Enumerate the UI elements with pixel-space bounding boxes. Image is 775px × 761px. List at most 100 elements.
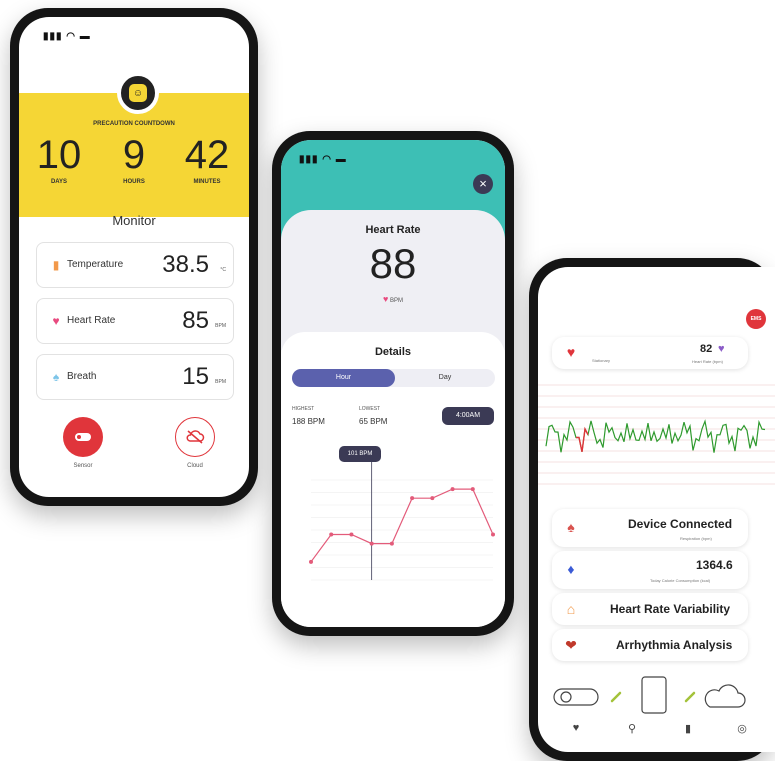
status-bar: ▮▮▮ ◠ ▬ xyxy=(299,154,347,165)
metric-unit: °C xyxy=(220,267,226,273)
sensor-icon xyxy=(75,433,91,441)
status-bar: ▮▮▮ ◠ ▬ xyxy=(43,31,91,42)
lungs-icon: ♠ xyxy=(567,519,575,535)
link-icon xyxy=(684,691,696,703)
nav-activity-icon[interactable]: ⚲ xyxy=(624,722,640,735)
screen-monitor: ▮▮▮ ◠ ▬ ☺ PRECAUTION COUNTDOWN 10 DAYS 9… xyxy=(19,17,249,497)
screen-heart-rate: ▮▮▮ ◠ ▬ × Heart Rate 88 ♥ BPM Details Ho… xyxy=(281,140,505,627)
calories-value: 1364.6 xyxy=(696,558,733,572)
summary-value: 82 xyxy=(700,343,713,355)
arrhythmia-card[interactable]: ❤ Arrhythmia Analysis xyxy=(552,629,748,661)
heart-rate-unit: BPM xyxy=(390,298,404,304)
smiley-icon: ☺ xyxy=(129,84,147,102)
lowest-label: LOWEST xyxy=(359,406,381,412)
heart-rate-point[interactable] xyxy=(491,532,495,537)
metric-label: Breath xyxy=(67,371,97,382)
heart-pulse-icon: ♥ xyxy=(566,344,576,360)
metric-card-breath[interactable]: ♠ Breath 15 BPM xyxy=(36,354,234,400)
metric-unit: BPM xyxy=(215,323,226,329)
link-icon xyxy=(610,691,622,703)
heart-rate-point[interactable] xyxy=(450,487,455,492)
heart-rate-point[interactable] xyxy=(329,532,334,537)
device-status-card[interactable]: ♠ Device Connected Respiration (bpm) xyxy=(552,509,748,547)
summary-card[interactable]: ♥ Stationary 82 ♥ Heart Rate (bpm) xyxy=(552,337,748,369)
metric-value: 15 xyxy=(182,363,209,390)
minutes-value: 42 xyxy=(184,133,230,177)
phone-heart-rate-details: ▮▮▮ ◠ ▬ × Heart Rate 88 ♥ BPM Details Ho… xyxy=(272,131,514,636)
highest-label: HIGHEST xyxy=(292,406,315,412)
lungs-icon: ♠ xyxy=(52,370,60,384)
cloud-icon xyxy=(704,684,746,708)
summary-right-label: Heart Rate (bpm) xyxy=(692,359,723,364)
cloud-off-icon xyxy=(186,430,205,444)
heart-rate-unit-row: ♥ BPM xyxy=(281,294,505,304)
sensor-label: Sensor xyxy=(73,463,93,469)
metric-value: 85 xyxy=(182,307,209,334)
close-icon: × xyxy=(479,176,487,191)
heart-rate-value: 88 xyxy=(369,240,417,287)
heart-rate-point[interactable] xyxy=(349,532,354,537)
tab-day[interactable]: Day xyxy=(395,369,495,387)
heart-icon: ♥ xyxy=(382,294,389,304)
time-range-toggle: Hour Day xyxy=(292,369,495,387)
lowest-value: 65 BPM xyxy=(359,417,388,426)
sensor-device-icon xyxy=(553,688,599,706)
hrv-icon: ⌂ xyxy=(566,601,576,617)
device-pairing-diagram xyxy=(553,676,746,714)
brand-logo: EMS xyxy=(746,309,766,329)
flame-icon: ♦ xyxy=(567,561,575,577)
metric-unit: BPM xyxy=(215,379,226,385)
heart-rate-point[interactable] xyxy=(470,487,475,492)
nav-stats-icon[interactable]: ▮ xyxy=(680,722,696,735)
close-button[interactable]: × xyxy=(473,174,493,194)
countdown-minutes: 42 MINUTES xyxy=(172,133,242,185)
heart-rate-point[interactable] xyxy=(389,541,394,546)
heart-rate-point[interactable] xyxy=(430,496,435,501)
countdown-title: PRECAUTION COUNTDOWN xyxy=(93,121,175,127)
heart-rate-point[interactable] xyxy=(410,496,415,501)
metric-card-heart-rate[interactable]: ♥ Heart Rate 85 BPM xyxy=(36,298,234,344)
calories-label: Today Calorie Consumption (kcal) xyxy=(650,578,711,583)
heart-rate-point[interactable] xyxy=(369,541,374,546)
summary-left-label: Stationary xyxy=(592,358,611,363)
hrv-label: Heart Rate Variability xyxy=(610,602,731,616)
metric-card-temperature[interactable]: ▮ Temperature 38.5 °C xyxy=(36,242,234,288)
nav-heart-icon[interactable]: ♥ xyxy=(568,722,584,734)
time-select-button[interactable]: 4:00AM xyxy=(442,407,494,425)
anatomical-heart-icon: ❤ xyxy=(565,637,577,653)
countdown-hours: 9 HOURS xyxy=(99,133,169,185)
hrv-card[interactable]: ⌂ Heart Rate Variability xyxy=(552,593,748,625)
screen-ecg: EMS ♥ Stationary 82 ♥ Heart Rate (bpm) ♠… xyxy=(538,267,775,752)
ecg-alert-segment xyxy=(576,426,589,452)
highest-value: 188 BPM xyxy=(292,417,325,426)
hours-label: HOURS xyxy=(123,179,145,185)
heart-rate-chart xyxy=(309,460,495,581)
metric-label: Heart Rate xyxy=(67,315,116,326)
phone-icon xyxy=(641,676,667,714)
thermometer-icon: ▮ xyxy=(52,258,60,272)
cloud-label: Cloud xyxy=(187,463,203,469)
minutes-label: MINUTES xyxy=(193,179,221,185)
device-sub: Respiration (bpm) xyxy=(680,536,712,541)
tab-hour[interactable]: Hour xyxy=(292,369,395,387)
heart-rate-point[interactable] xyxy=(309,559,313,564)
details-title: Details xyxy=(374,346,412,358)
heart-rate-title: Heart Rate xyxy=(365,224,421,236)
device-status: Device Connected xyxy=(628,517,733,531)
days-label: DAYS xyxy=(50,179,68,185)
ecg-trace xyxy=(545,419,766,453)
metric-value: 38.5 xyxy=(162,251,209,278)
heart-icon: ♥ xyxy=(718,343,725,355)
metric-label: Temperature xyxy=(67,259,124,270)
nav-medal-icon[interactable]: ◎ xyxy=(734,722,750,735)
sensor-button[interactable] xyxy=(63,417,103,457)
calories-card[interactable]: ♦ 1364.6 Today Calorie Consumption (kcal… xyxy=(552,551,748,589)
app-logo: ☺ xyxy=(117,72,159,114)
countdown-days: 10 DAYS xyxy=(24,133,94,185)
arrhythmia-label: Arrhythmia Analysis xyxy=(616,638,733,652)
monitor-title: Monitor xyxy=(112,213,156,228)
phone-ecg-dashboard: EMS ♥ Stationary 82 ♥ Heart Rate (bpm) ♠… xyxy=(529,258,775,761)
ecg-chart xyxy=(538,384,775,485)
days-value: 10 xyxy=(36,133,82,177)
cloud-button[interactable] xyxy=(175,417,215,457)
